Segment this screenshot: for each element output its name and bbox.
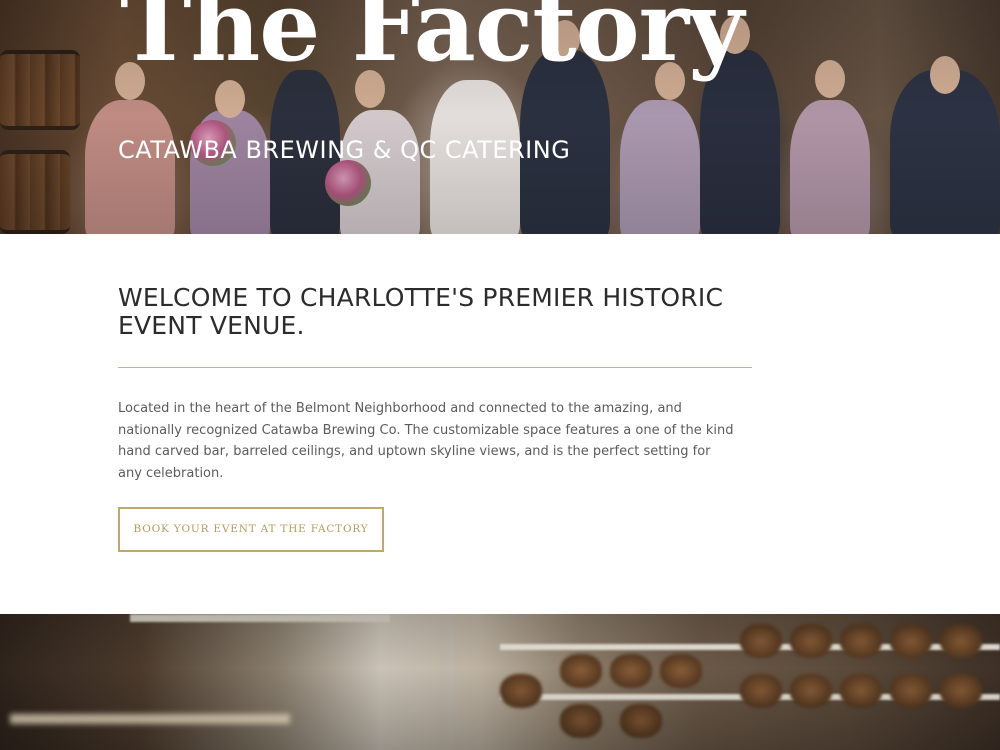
hero-banner: The Factory CATAWBA BREWING & QC CATERIN… [0,0,1000,234]
book-event-button[interactable]: BOOK YOUR EVENT AT THE FACTORY [118,507,384,552]
section-heading: WELCOME TO CHARLOTTE'S PREMIER HISTORIC … [118,283,724,340]
hero-subtitle: CATAWBA BREWING & QC CATERING [118,136,571,164]
hero-title: The Factory [120,0,744,83]
intro-section: WELCOME TO CHARLOTTE'S PREMIER HISTORIC … [0,234,1000,614]
intro-paragraph: Located in the heart of the Belmont Neig… [118,401,734,481]
venue-photo [0,614,1000,750]
gold-divider [118,367,752,368]
